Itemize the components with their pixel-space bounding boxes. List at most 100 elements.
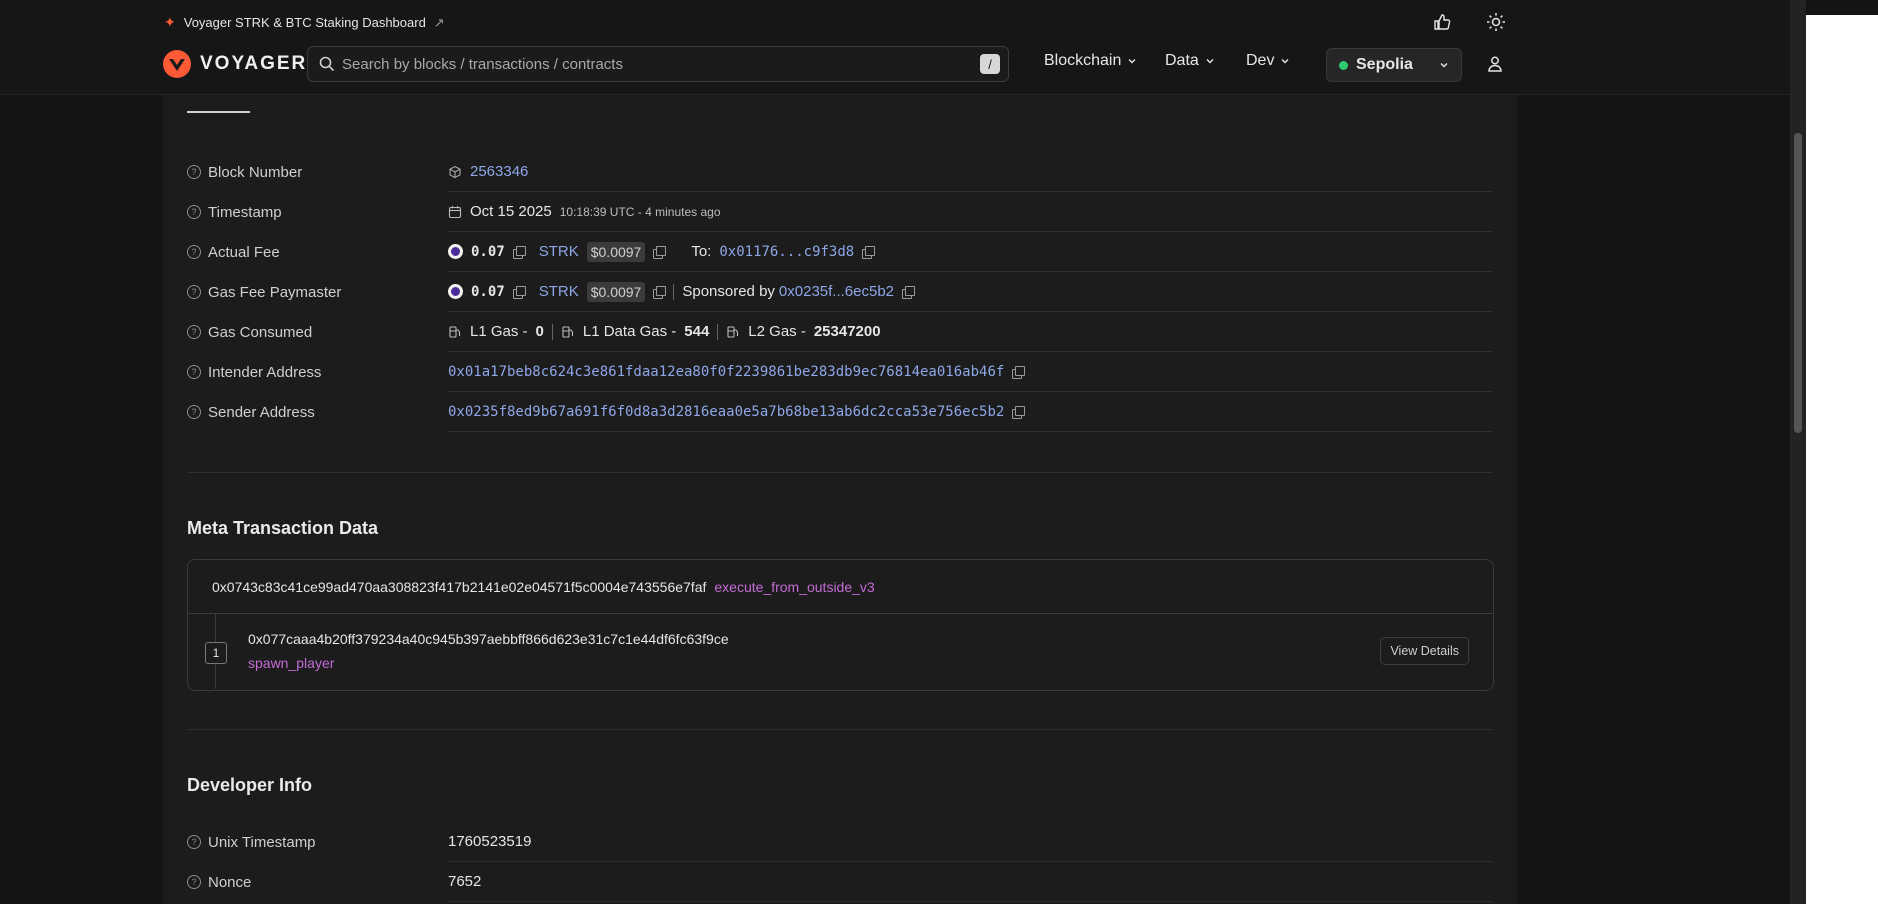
nav-label: Blockchain [1044,52,1122,69]
token-link[interactable]: STRK [539,243,579,260]
sponsor-link[interactable]: 0x0235f...6ec5b2 [779,283,894,300]
timestamp-time: 10:18:39 UTC - 4 minutes ago [559,204,721,219]
section-divider [187,472,1493,473]
copy-icon[interactable] [512,285,526,299]
detail-row-timestamp: ? Timestamp Oct 15 2025 10:18:39 UTC - 4 … [187,192,1493,232]
voyager-logo[interactable]: VOYAGER [163,50,307,78]
network-status-dot [1339,60,1348,70]
spark-icon: ✦ [164,14,176,30]
network-selector[interactable]: Sepolia [1326,48,1462,82]
call-function: spawn_player [248,655,335,671]
help-icon[interactable]: ? [187,365,201,379]
search-shortcut-key: / [980,54,1000,74]
chevron-down-icon [1206,59,1214,64]
detail-row-block-number: ? Block Number 2563346 [187,152,1493,192]
copy-icon[interactable] [902,285,916,299]
developer-details: ? Unix Timestamp 1760523519 ? Nonce 7652 [187,822,1493,902]
network-name: Sepolia [1356,56,1413,73]
fee-amount: 0.07 [471,243,505,260]
strk-token-icon [448,244,463,259]
block-cube-icon [449,165,461,178]
help-icon[interactable]: ? [187,835,201,849]
fee-recipient-link[interactable]: 0x01176...c9f3d8 [719,244,854,260]
detail-row-gas-fee-paymaster: ? Gas Fee Paymaster 0.07 STRK $0.0097 Spo… [187,272,1493,312]
chevron-down-icon [1440,63,1448,68]
staking-dashboard-banner[interactable]: ✦ Voyager STRK & BTC Staking Dashboard ↗ [164,14,445,31]
to-label: To: [691,243,712,260]
developer-section-title: Developer Info [187,775,313,795]
meta-section-title: Meta Transaction Data [187,518,379,538]
nav-label: Data [1165,52,1199,69]
detail-label: Gas Consumed [208,323,313,341]
search-bar[interactable]: / [307,46,1009,82]
fuel-pump-icon [727,325,739,338]
unix-timestamp-value: 1760523519 [448,833,532,850]
detail-row-gas-consumed: ? Gas Consumed L1 Gas - 0 L1 Data Gas - 5… [187,312,1493,352]
help-icon[interactable]: ? [187,245,201,259]
copy-icon[interactable] [653,285,667,299]
detail-label: Gas Fee Paymaster [208,283,342,301]
call-index: 1 [205,642,227,664]
external-link-icon: ↗ [433,14,445,30]
divider [673,283,675,300]
copy-icon[interactable] [653,245,667,259]
l1-data-gas-value: 544 [684,323,710,340]
detail-row-actual-fee: ? Actual Fee 0.07 STRK $0.0097 To: 0x0117… [187,232,1493,272]
theme-toggle-icon[interactable] [1486,12,1506,32]
active-tab-indicator [187,111,250,113]
detail-label: Intender Address [208,363,322,381]
help-icon[interactable]: ? [187,285,201,299]
meta-contract-address[interactable]: 0x0743c83c41ce99ad470aa308823f417b2141e0… [212,579,706,595]
detail-label: Block Number [208,163,303,181]
help-icon[interactable]: ? [187,875,201,889]
scrollbar-thumb[interactable] [1794,133,1802,433]
detail-label: Nonce [208,873,252,891]
strk-token-icon [448,284,463,299]
meta-transaction-header: 0x0743c83c41ce99ad470aa308823f417b2141e0… [188,560,1493,614]
voyager-logo-icon [163,50,191,78]
meta-transaction-card: 0x0743c83c41ce99ad470aa308823f417b2141e0… [187,559,1494,691]
nav-dev[interactable]: Dev [1246,52,1290,70]
help-icon[interactable]: ? [187,165,201,179]
help-icon[interactable]: ? [187,405,201,419]
detail-label: Timestamp [208,203,282,221]
search-input[interactable] [336,54,980,74]
usd-value-badge: $0.0097 [586,281,646,302]
calendar-icon [448,205,462,218]
sponsored-label: Sponsored by [682,283,775,300]
page-scrollbar[interactable] [1790,0,1806,904]
copy-icon[interactable] [512,245,526,259]
chevron-down-icon [1128,59,1136,64]
user-account-icon[interactable] [1485,54,1505,74]
fuel-pump-icon [449,325,461,338]
detail-row-unix-timestamp: ? Unix Timestamp 1760523519 [187,822,1493,862]
call-address[interactable]: 0x077caaa4b20ff379234a40c945b397aebbff86… [248,631,729,647]
sender-address-link[interactable]: 0x0235f8ed9b67a691f6f0d8a3d2816eaa0e5a7b… [448,404,1004,420]
help-icon[interactable]: ? [187,325,201,339]
divider [551,323,553,340]
timestamp-date: Oct 15 2025 [470,203,552,220]
fuel-pump-icon [562,325,573,338]
banner-text[interactable]: Voyager STRK & BTC Staking Dashboard [184,15,426,30]
copy-icon[interactable] [862,245,876,259]
copy-icon[interactable] [1012,405,1026,419]
detail-row-nonce: ? Nonce 7652 [187,862,1493,902]
block-number-link[interactable]: 2563346 [470,163,528,180]
meta-entrypoint: execute_from_outside_v3 [714,578,875,595]
transaction-details: ? Block Number 2563346 ? Timestamp Oct 15 … [187,152,1493,432]
help-icon[interactable]: ? [187,205,201,219]
nav-data[interactable]: Data [1165,52,1215,70]
nonce-value: 7652 [448,873,482,890]
l2-gas-label: L2 Gas - [748,323,806,340]
fee-amount: 0.07 [471,283,505,300]
thumbs-up-icon[interactable] [1432,12,1452,32]
nav-blockchain[interactable]: Blockchain [1044,52,1137,70]
detail-row-intender-address: ? Intender Address 0x01a17beb8c624c3e861f… [187,352,1493,392]
view-details-button[interactable]: View Details [1380,637,1469,665]
copy-icon[interactable] [1012,365,1026,379]
section-divider [187,729,1493,730]
nav-label: Dev [1246,52,1275,69]
divider [717,323,719,340]
intender-address-link[interactable]: 0x01a17beb8c624c3e861fdaa12ea80f0f223986… [448,364,1004,380]
token-link[interactable]: STRK [539,283,579,300]
